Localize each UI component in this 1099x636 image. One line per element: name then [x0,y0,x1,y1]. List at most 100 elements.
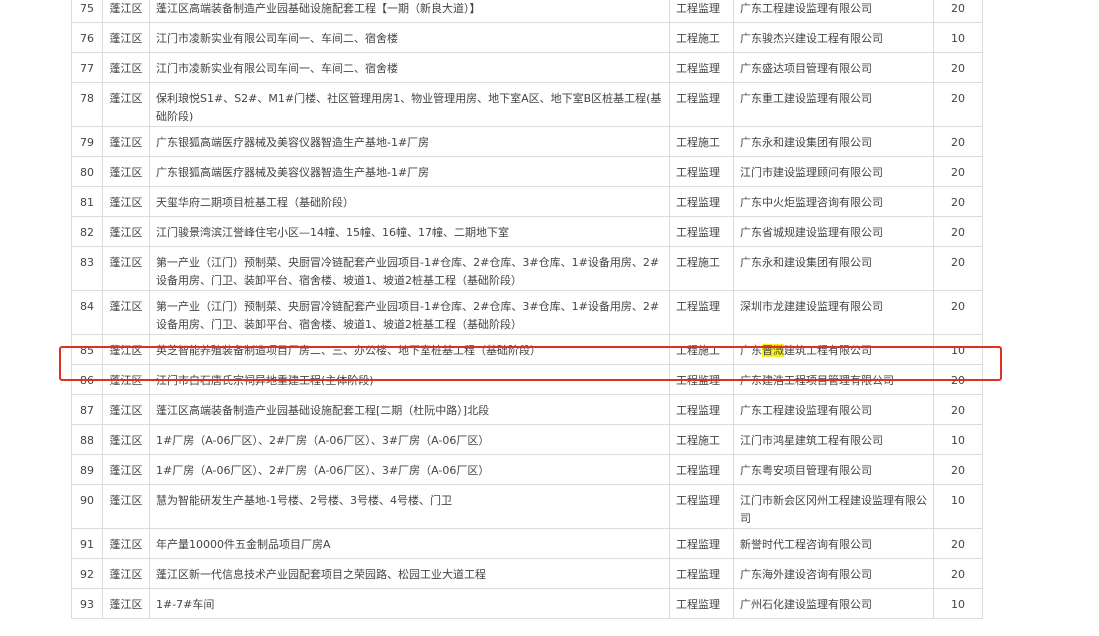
row-score: 20 [933,246,983,291]
row-number: 81 [71,186,103,217]
row-number: 78 [71,82,103,127]
row-company: 广州石化建设监理有限公司 [733,588,934,619]
row-district: 蓬江区 [102,454,150,485]
row-type: 工程监理 [669,364,734,395]
row-number: 86 [71,364,103,395]
row-number: 88 [71,424,103,455]
row-score: 10 [933,22,983,53]
row-district: 蓬江区 [102,334,150,365]
row-number: 82 [71,216,103,247]
row-company: 新誉时代工程咨询有限公司 [733,528,934,559]
row-score: 20 [933,82,983,127]
table-row: 87 蓬江区 蓬江区高端装备制造产业园基础设施配套工程[二期（杜阮中路）]北段 工程监… [71,394,983,425]
row-project: 保利琅悦S1#、S2#、M1#门楼、社区管理用房1、物业管理用房、地下室A区、地… [149,82,670,127]
row-company: 广东中火炬监理咨询有限公司 [733,186,934,217]
row-number: 92 [71,558,103,589]
row-district: 蓬江区 [102,186,150,217]
row-project: 江门市凌新实业有限公司车间一、车间二、宿舍楼 [149,22,670,53]
row-number: 85 [71,334,103,365]
row-company: 广东永和建设集团有限公司 [733,246,934,291]
row-district: 蓬江区 [102,484,150,529]
row-company: 广东工程建设监理有限公司 [733,0,934,23]
table-row-highlighted: 85 蓬江区 英芝智能养殖装备制造项目厂房二、三、办公楼、地下室桩基工程（基础阶段）… [71,334,983,365]
row-number: 87 [71,394,103,425]
row-score: 20 [933,52,983,83]
row-type: 工程监理 [669,528,734,559]
row-district: 蓬江区 [102,246,150,291]
row-district: 蓬江区 [102,0,150,23]
table-row: 83 蓬江区 第一产业（江门）预制菜、央厨冒冷链配套产业园项目-1#仓库、2#仓库、… [71,246,983,291]
row-company: 广东骏杰兴建设工程有限公司 [733,22,934,53]
row-score: 20 [933,364,983,395]
company-suffix: 建筑工程有限公司 [784,344,872,357]
row-number: 84 [71,290,103,335]
row-district: 蓬江区 [102,290,150,335]
company-prefix: 广东 [740,344,762,357]
table-row: 88 蓬江区 1#厂房（A-06厂区）、2#厂房（A-06厂区）、3#厂房（A-06… [71,424,983,455]
row-number: 93 [71,588,103,619]
row-number: 90 [71,484,103,529]
row-number: 83 [71,246,103,291]
table-row: 78 蓬江区 保利琅悦S1#、S2#、M1#门楼、社区管理用房1、物业管理用房、地下… [71,82,983,127]
row-company: 广东工程建设监理有限公司 [733,394,934,425]
row-company: 广东建浩工程项目管理有限公司 [733,364,934,395]
row-type: 工程监理 [669,186,734,217]
row-project: 蓬江区高端装备制造产业园基础设施配套工程【一期（新良大道）】 [149,0,670,23]
row-type: 工程监理 [669,82,734,127]
table-row: 81 蓬江区 天玺华府二期项目桩基工程（基础阶段） 工程监理 广东中火炬监理咨询有限公司… [71,186,983,217]
row-score: 20 [933,558,983,589]
row-district: 蓬江区 [102,424,150,455]
row-district: 蓬江区 [102,22,150,53]
row-score: 10 [933,484,983,529]
row-number: 80 [71,156,103,187]
row-company: 广东重工建设监理有限公司 [733,82,934,127]
row-company: 江门市新会区冈州工程建设监理有限公司 [733,484,934,529]
row-project: 江门市白石唐氏宗祠异地重建工程(主体阶段) [149,364,670,395]
row-company: 广东省城规建设监理有限公司 [733,216,934,247]
row-project: 1#-7#车间 [149,588,670,619]
table-row: 92 蓬江区 蓬江区新一代信息技术产业园配套项目之荣园路、松园工业大道工程 工程监理广… [71,558,983,589]
row-project: 天玺华府二期项目桩基工程（基础阶段） [149,186,670,217]
row-project: 慧为智能研发生产基地-1号楼、2号楼、3号楼、4号楼、门卫 [149,484,670,529]
table-row: 82 蓬江区 江门骏景湾滨江誉峰住宅小区—14幢、15幢、16幢、17幢、二期地下室… [71,216,983,247]
row-company: 广东晋溦建筑工程有限公司 [733,334,934,365]
row-number: 76 [71,22,103,53]
table-row: 84 蓬江区 第一产业（江门）预制菜、央厨冒冷链配套产业园项目-1#仓库、2#仓库、… [71,290,983,335]
row-type: 工程施工 [669,22,734,53]
row-score: 20 [933,126,983,157]
row-project: 蓬江区高端装备制造产业园基础设施配套工程[二期（杜阮中路）]北段 [149,394,670,425]
row-score: 20 [933,290,983,335]
row-score: 20 [933,528,983,559]
table-row: 77 蓬江区 江门市凌新实业有限公司车间一、车间二、宿舍楼 工程监理 广东盛达项目管理有… [71,52,983,83]
row-district: 蓬江区 [102,394,150,425]
row-project: 广东银狐高端医疗器械及美容仪器智造生产基地-1#厂房 [149,126,670,157]
row-type: 工程监理 [669,454,734,485]
row-type: 工程监理 [669,216,734,247]
row-company: 江门市鸿星建筑工程有限公司 [733,424,934,455]
row-project: 第一产业（江门）预制菜、央厨冒冷链配套产业园项目-1#仓库、2#仓库、3#仓库、… [149,290,670,335]
row-type: 工程监理 [669,394,734,425]
row-number: 77 [71,52,103,83]
row-type: 工程施工 [669,246,734,291]
row-project: 江门市凌新实业有限公司车间一、车间二、宿舍楼 [149,52,670,83]
row-score: 20 [933,454,983,485]
row-score: 10 [933,424,983,455]
row-score: 20 [933,186,983,217]
table-row: 79 蓬江区 广东银狐高端医疗器械及美容仪器智造生产基地-1#厂房 工程施工 广东永和建… [71,126,983,157]
row-project: 江门骏景湾滨江誉峰住宅小区—14幢、15幢、16幢、17幢、二期地下室 [149,216,670,247]
row-score: 20 [933,0,983,23]
row-type: 工程监理 [669,558,734,589]
table-row: 93 蓬江区 1#-7#车间 工程监理 广州石化建设监理有限公司 10 [71,588,983,619]
table-row: 86 蓬江区 江门市白石唐氏宗祠异地重建工程(主体阶段) 工程监理 广东建浩工程项目管理… [71,364,983,395]
row-score: 20 [933,394,983,425]
row-company: 广东永和建设集团有限公司 [733,126,934,157]
row-number: 91 [71,528,103,559]
row-type: 工程监理 [669,156,734,187]
row-type: 工程施工 [669,126,734,157]
row-company: 深圳市龙建建设监理有限公司 [733,290,934,335]
table-row: 75 蓬江区 蓬江区高端装备制造产业园基础设施配套工程【一期（新良大道）】 工程监理广… [71,0,983,23]
row-number: 89 [71,454,103,485]
row-number: 75 [71,0,103,23]
row-type: 工程监理 [669,290,734,335]
table-row: 91 蓬江区 年产量10000件五金制品项目厂房A 工程监理 新誉时代工程咨询有限公司 2… [71,528,983,559]
